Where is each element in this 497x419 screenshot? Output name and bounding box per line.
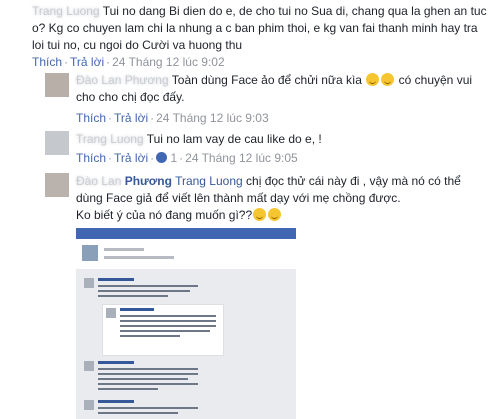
screenshot-post-header xyxy=(76,239,296,269)
comment-3-body: Trang Luong Tui no lam vay de cau like d… xyxy=(76,131,491,148)
smile-emoji-icon xyxy=(268,208,282,221)
comment-4-body: Đào Lan Phương Trang Luong chị đọc thử c… xyxy=(76,173,491,224)
like-link[interactable]: Thích xyxy=(32,55,62,69)
comment-4-line1: chị đọc thử cái này đi , vậy mà nó có th… xyxy=(246,174,461,188)
timestamp[interactable]: 24 Tháng 12 lúc 9:03 xyxy=(156,111,269,125)
comment-4-author-prefix[interactable]: Đào Lan xyxy=(76,174,121,188)
avatar[interactable] xyxy=(45,73,69,97)
comment-1-actions: Thích · Trả lời · 24 Tháng 12 lúc 9:02 xyxy=(32,55,225,69)
comment-2-actions: Thích · Trả lời · 24 Tháng 12 lúc 9:03 xyxy=(76,111,269,125)
reply-link[interactable]: Trả lời xyxy=(114,111,148,125)
comment-1-author[interactable]: Trang Luong xyxy=(32,4,100,18)
comment-3-actions: Thích · Trả lời · 1 · 24 Tháng 12 lúc 9:05 xyxy=(76,151,298,165)
comment-2-text: Toàn dùng Face ảo để chửi nữa kìa xyxy=(171,73,362,87)
avatar[interactable] xyxy=(45,173,69,197)
timestamp[interactable]: 24 Tháng 12 lúc 9:05 xyxy=(185,151,298,165)
reply-link[interactable]: Trả lời xyxy=(114,151,148,165)
like-link[interactable]: Thích xyxy=(76,111,106,125)
smile-emoji-icon xyxy=(366,73,380,86)
avatar[interactable] xyxy=(45,131,69,155)
like-link[interactable]: Thích xyxy=(76,151,106,165)
attached-screenshot-image[interactable] xyxy=(76,228,296,419)
comment-3-text: Tui no lam vay de cau like do e, ! xyxy=(146,132,322,146)
comment-4-mention-prefix[interactable]: Phương xyxy=(125,174,172,188)
comment-4-line2: dùng Face giả để viết lên thành mất dạy … xyxy=(76,191,401,205)
timestamp[interactable]: 24 Tháng 12 lúc 9:02 xyxy=(112,55,225,69)
comment-2-body: Đào Lan Phương Toàn dùng Face ảo để chửi… xyxy=(76,72,491,106)
smile-emoji-icon xyxy=(253,208,267,221)
comment-1-body: Trang Luong Tui no dang Bi dien do e, de… xyxy=(32,3,492,54)
comment-2-author[interactable]: Đào Lan Phương xyxy=(76,73,169,87)
reply-link[interactable]: Trả lời xyxy=(70,55,104,69)
like-thumb-icon xyxy=(156,152,168,163)
comment-3-author[interactable]: Trang Luong xyxy=(76,132,144,146)
smile-emoji-icon xyxy=(381,73,395,86)
screenshot-header-bar xyxy=(76,228,296,239)
comment-4-line3: Ko biết ý của nó đang muốn gì?? xyxy=(76,208,253,222)
comment-1-text: Tui no dang Bi dien do e, de cho tui no … xyxy=(32,4,487,52)
comment-4-mention[interactable]: Trang Luong xyxy=(175,174,243,188)
